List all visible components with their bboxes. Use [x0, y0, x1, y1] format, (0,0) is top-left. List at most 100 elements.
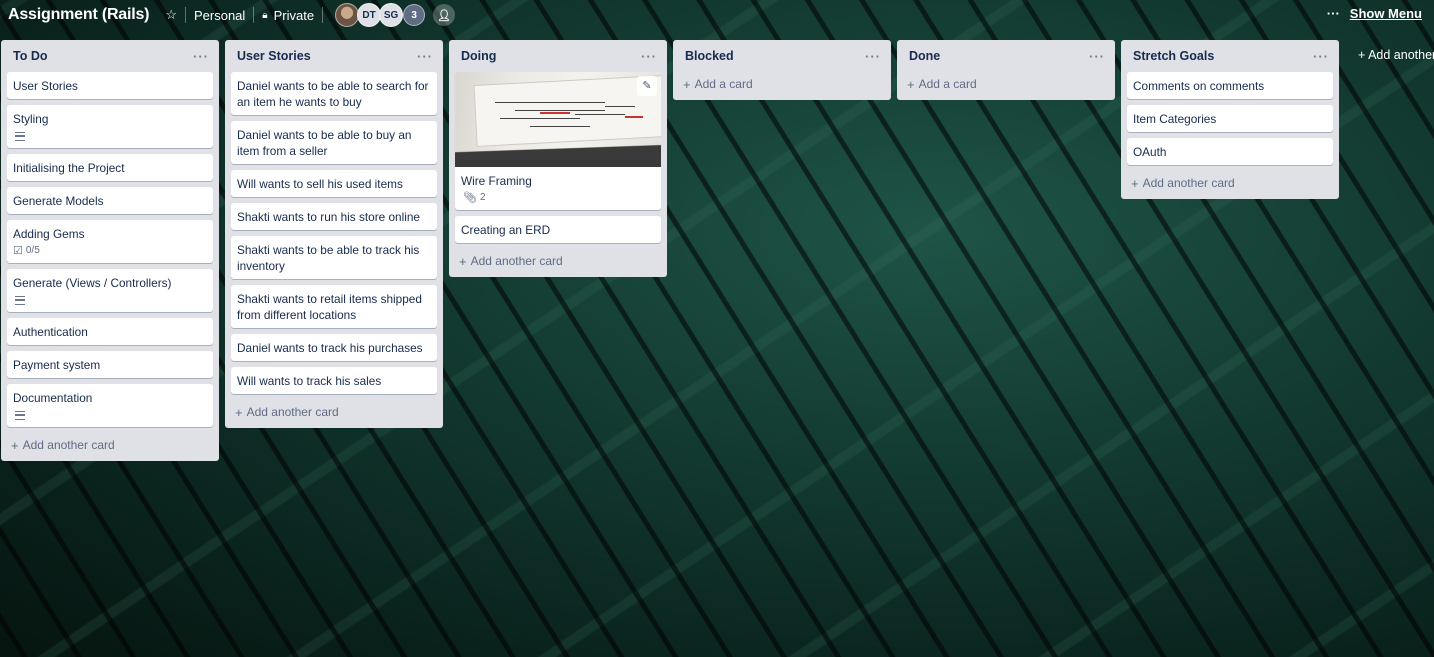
card-title: Shakti wants to retail items shipped fro…	[237, 292, 422, 322]
plus-icon: +	[683, 76, 691, 92]
header-divider	[184, 7, 186, 23]
list: To Do ··· User Stories Styling Initialising …	[1, 40, 219, 461]
checklist-count: 0/5	[25, 245, 40, 256]
card[interactable]: Generate (Views / Controllers)	[7, 269, 213, 312]
ellipsis-icon[interactable]: ···	[417, 49, 433, 64]
avatar[interactable]	[335, 3, 360, 27]
card-title: OAuth	[1133, 145, 1167, 159]
card[interactable]: Shakti wants to retail items shipped fro…	[231, 285, 437, 328]
list: Done ··· + Add a card	[897, 40, 1115, 100]
card[interactable]: Daniel wants to be able to buy an item f…	[231, 121, 437, 164]
card-title: Daniel wants to be able to search for an…	[237, 79, 429, 109]
list-title[interactable]: To Do	[13, 49, 47, 63]
card-title: Authentication	[13, 325, 88, 339]
card-title: Will wants to sell his used items	[237, 177, 403, 191]
card-title: Shakti wants to be able to track his inv…	[237, 243, 420, 273]
board-header: Assignment (Rails) ☆ Personal 🔒︎ Private…	[0, 0, 1434, 30]
card[interactable]: Creating an ERD	[455, 216, 661, 243]
card[interactable]: ✎ Wire Framing 📎︎ 2	[455, 72, 661, 210]
add-list-label: Add another list	[1368, 48, 1434, 62]
card[interactable]: Authentication	[7, 318, 213, 345]
card[interactable]: Shakti wants to run his store online	[231, 203, 437, 230]
header-divider	[322, 7, 324, 23]
add-card-label: Add another card	[22, 438, 115, 452]
card[interactable]: Payment system	[7, 351, 213, 378]
card[interactable]: Generate Models	[7, 187, 213, 214]
plus-icon: +	[459, 253, 467, 269]
card-title: Creating an ERD	[461, 223, 551, 237]
card[interactable]: Shakti wants to be able to track his inv…	[231, 236, 437, 279]
plus-icon: +	[1131, 175, 1139, 191]
card[interactable]: Styling	[7, 105, 213, 148]
add-card-button[interactable]: + Add another card	[1127, 171, 1333, 193]
card[interactable]: Documentation	[7, 384, 213, 427]
card[interactable]: OAuth	[1127, 138, 1333, 165]
card-title: Generate Models	[13, 194, 104, 208]
ellipsis-icon[interactable]: ···	[641, 49, 657, 64]
card[interactable]: Comments on comments	[1127, 72, 1333, 99]
list-title[interactable]: Done	[909, 49, 940, 63]
add-card-label: Add another card	[470, 254, 563, 268]
card[interactable]: Adding Gems ☑ 0/5	[7, 220, 213, 263]
card[interactable]: Item Categories	[1127, 105, 1333, 132]
add-card-label: Add another card	[1142, 176, 1235, 190]
star-icon[interactable]: ☆	[165, 7, 177, 23]
card-title: Adding Gems	[13, 227, 85, 241]
list: Blocked ··· + Add a card	[673, 40, 891, 100]
pencil-icon[interactable]: ✎	[637, 76, 657, 96]
card-title: Styling	[13, 112, 49, 126]
card-title: Shakti wants to run his store online	[237, 210, 420, 224]
avatar[interactable]: DT	[357, 3, 382, 27]
card-badges	[13, 293, 207, 307]
card-title: User Stories	[13, 79, 78, 93]
add-card-button[interactable]: + Add another card	[455, 249, 661, 271]
plus-icon: +	[11, 437, 19, 453]
list-title[interactable]: Blocked	[685, 49, 734, 63]
add-card-button[interactable]: + Add a card	[903, 72, 1109, 94]
card[interactable]: Daniel wants to track his purchases	[231, 334, 437, 361]
plus-icon: +	[907, 76, 915, 92]
ellipsis-icon[interactable]: ···	[193, 49, 209, 64]
card-title: Payment system	[13, 358, 101, 372]
ellipsis-icon[interactable]: ···	[1089, 49, 1105, 64]
add-member-icon[interactable]: 👤︎	[433, 4, 456, 26]
list-header: Blocked ···	[679, 40, 885, 72]
card[interactable]: Will wants to track his sales	[231, 367, 437, 394]
avatar[interactable]: SG	[379, 3, 404, 27]
team-button[interactable]: Personal	[194, 8, 245, 23]
ellipsis-icon[interactable]: ···	[1327, 6, 1340, 21]
list-title[interactable]: Doing	[461, 49, 496, 63]
list-header: Done ···	[903, 40, 1109, 72]
list-title[interactable]: User Stories	[237, 49, 311, 63]
card[interactable]: Daniel wants to be able to search for an…	[231, 72, 437, 115]
add-card-button[interactable]: + Add another card	[231, 400, 437, 422]
attachment-count: 2	[479, 192, 486, 203]
list-title[interactable]: Stretch Goals	[1133, 49, 1214, 63]
description-icon	[15, 295, 25, 305]
card-title: Daniel wants to be able to buy an item f…	[237, 128, 412, 158]
list: User Stories ··· Daniel wants to be able t…	[225, 40, 443, 428]
card-title: Documentation	[13, 391, 93, 405]
checklist-icon: ☑	[13, 245, 23, 257]
description-icon	[15, 131, 25, 141]
card[interactable]: Initialising the Project	[7, 154, 213, 181]
show-menu-button[interactable]: Show Menu	[1350, 6, 1422, 21]
member-overflow-badge[interactable]: 3	[403, 4, 426, 26]
add-list-button[interactable]: + Add another list	[1358, 48, 1434, 62]
visibility-button[interactable]: 🔒︎ Private	[262, 8, 314, 23]
header-divider	[253, 7, 255, 23]
ellipsis-icon[interactable]: ···	[1313, 49, 1329, 64]
card[interactable]: Will wants to sell his used items	[231, 170, 437, 197]
add-card-button[interactable]: + Add another card	[7, 433, 213, 455]
board-title[interactable]: Assignment (Rails)	[8, 6, 150, 24]
card-badges	[13, 129, 207, 143]
visibility-label: Private	[273, 7, 315, 23]
list-header: User Stories ···	[231, 40, 437, 72]
card-title: Initialising the Project	[13, 161, 125, 175]
ellipsis-icon[interactable]: ···	[865, 49, 881, 64]
card-title: Generate (Views / Controllers)	[13, 276, 172, 290]
card[interactable]: User Stories	[7, 72, 213, 99]
add-card-button[interactable]: + Add a card	[679, 72, 885, 94]
list-header: To Do ···	[7, 40, 213, 72]
plus-icon: +	[235, 404, 243, 420]
